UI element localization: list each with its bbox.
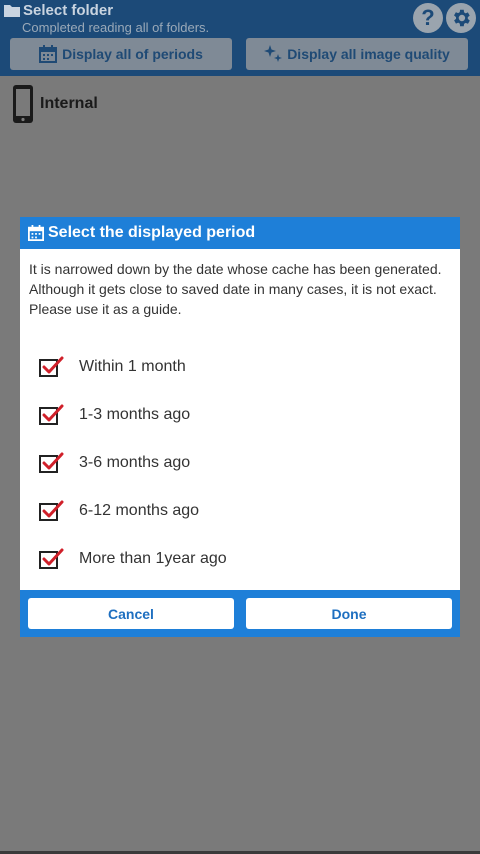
cancel-button[interactable]: Cancel <box>28 598 234 629</box>
period-dialog: Select the displayed period It is narrow… <box>20 217 460 637</box>
app-header: Select folder Completed reading all of f… <box>0 0 480 76</box>
checkbox-checked-icon <box>39 356 64 377</box>
dialog-title: Select the displayed period <box>48 224 256 241</box>
checkbox-checked-icon <box>39 500 64 521</box>
page-title: Select folder <box>23 2 114 19</box>
option-label: 3-6 months ago <box>79 454 191 471</box>
display-periods-label: Display all of periods <box>62 46 203 62</box>
gear-icon <box>454 9 470 27</box>
option-more-than-1-year[interactable]: More than 1year ago <box>38 544 227 574</box>
title-row: Select folder <box>4 2 113 19</box>
settings-button[interactable] <box>446 3 476 33</box>
description-line-2: Although it gets close to saved date in … <box>29 281 437 317</box>
checkbox-checked-icon <box>39 404 64 425</box>
calendar-icon <box>39 45 58 63</box>
checkbox-checked-icon <box>39 452 64 473</box>
option-label: 1-3 months ago <box>79 406 191 423</box>
dialog-footer: Cancel Done <box>20 590 460 637</box>
option-6-12-months[interactable]: 6-12 months ago <box>38 496 199 526</box>
description-line-1: It is narrowed down by the date whose ca… <box>29 261 442 277</box>
storage-label: Internal <box>40 95 98 112</box>
phone-icon <box>13 85 33 123</box>
folder-icon <box>4 5 20 17</box>
sparkle-icon <box>264 45 283 62</box>
display-quality-button[interactable]: Display all image quality <box>246 38 468 70</box>
dialog-header: Select the displayed period <box>20 217 460 249</box>
storage-item-internal[interactable]: Internal <box>12 84 98 124</box>
display-quality-label: Display all image quality <box>287 46 450 62</box>
status-text: Completed reading all of folders. <box>22 20 210 35</box>
option-label: Within 1 month <box>79 358 186 375</box>
option-3-6-months[interactable]: 3-6 months ago <box>38 448 190 478</box>
dialog-description: It is narrowed down by the date whose ca… <box>29 259 454 319</box>
done-button[interactable]: Done <box>246 598 452 629</box>
option-1-3-months[interactable]: 1-3 months ago <box>38 400 190 430</box>
display-periods-button[interactable]: Display all of periods <box>10 38 232 70</box>
option-within-1-month[interactable]: Within 1 month <box>38 352 186 382</box>
help-icon: ? <box>421 5 435 30</box>
option-label: 6-12 months ago <box>79 502 200 519</box>
help-button[interactable]: ? <box>413 3 443 33</box>
option-label: More than 1year ago <box>79 550 227 567</box>
calendar-icon <box>28 225 44 241</box>
checkbox-checked-icon <box>39 548 64 569</box>
